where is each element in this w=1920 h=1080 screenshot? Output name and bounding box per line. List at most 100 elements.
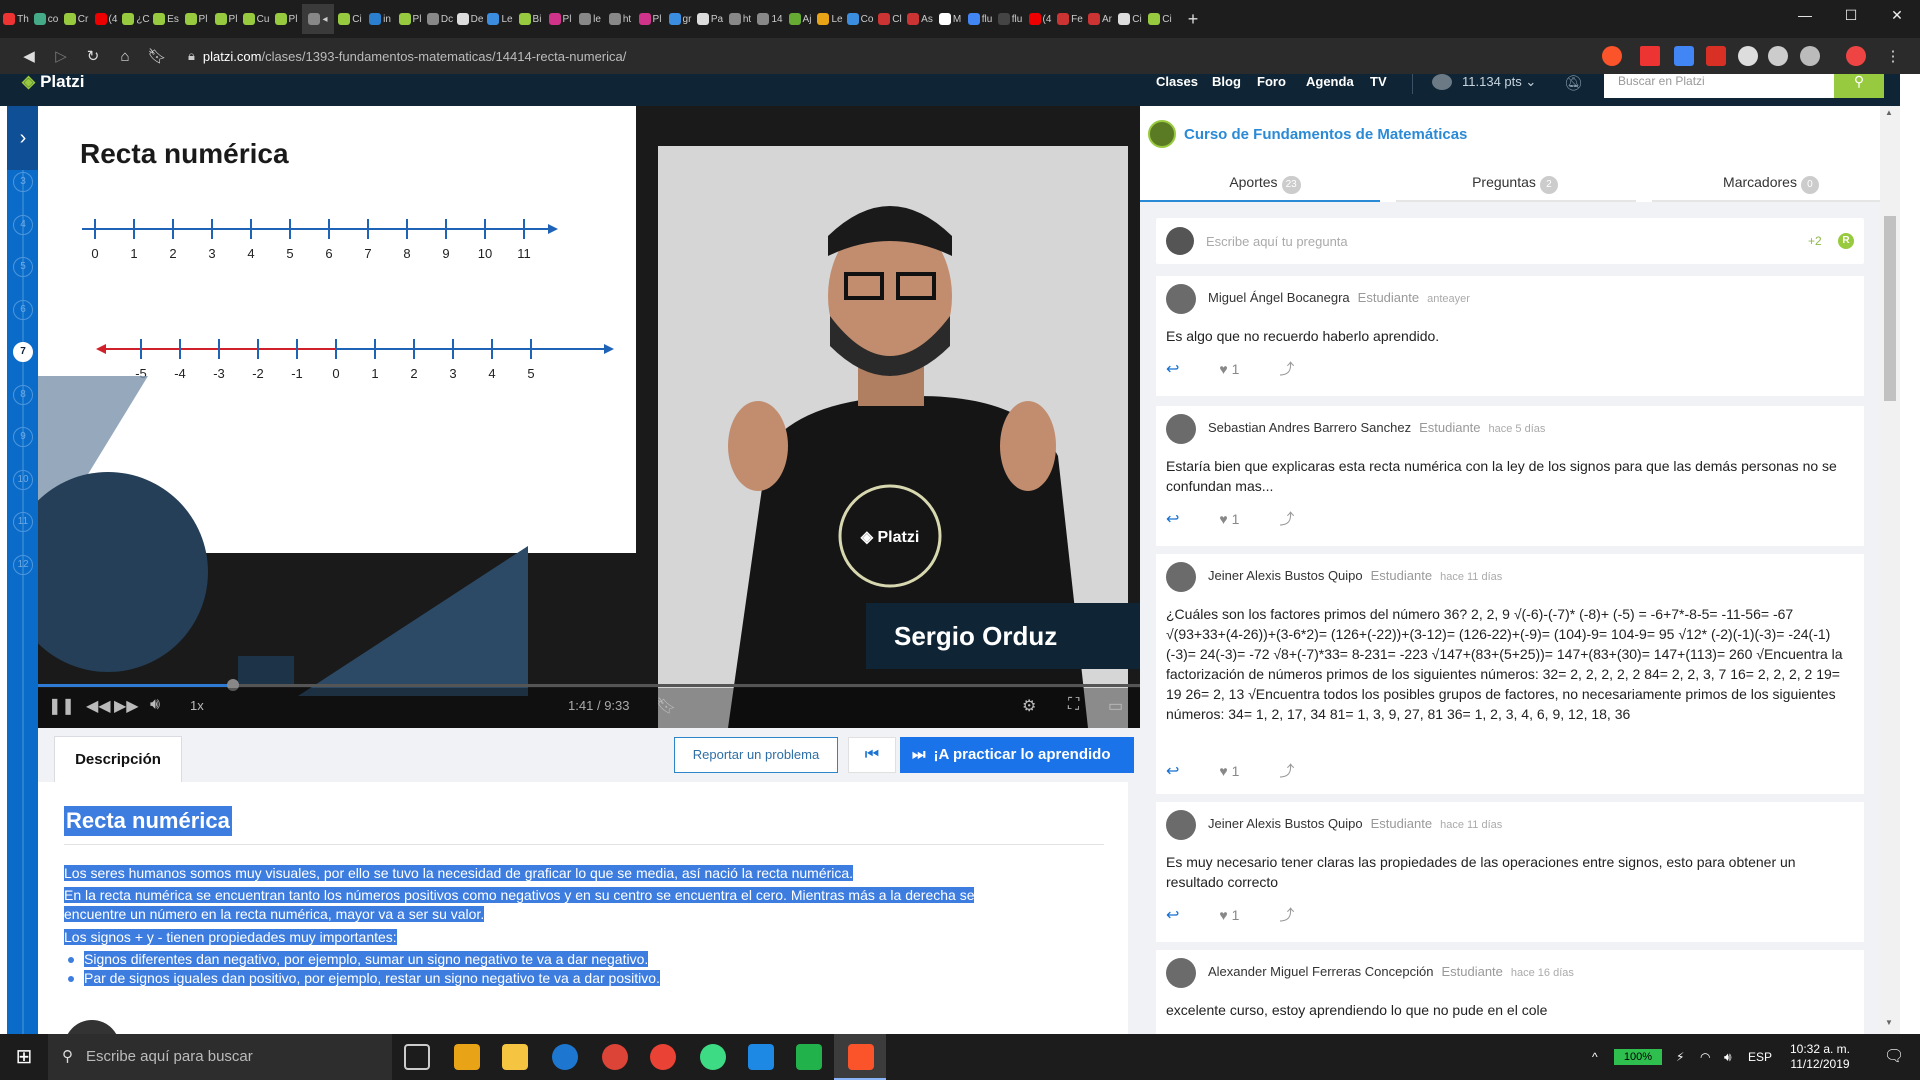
translate-icon[interactable]: [1674, 46, 1694, 66]
rewind-icon[interactable]: ◀◀: [86, 696, 111, 716]
tab-marcadores[interactable]: Marcadores 0: [1676, 174, 1866, 194]
practice-button[interactable]: ⏭ ¡A practicar lo aprendido: [900, 737, 1134, 773]
browser-tab[interactable]: Bi: [516, 4, 544, 34]
scrollbar[interactable]: ▲ ▼: [1880, 106, 1900, 1034]
browser-tab[interactable]: gr: [666, 4, 694, 34]
chrome-canary-icon[interactable]: [650, 1044, 676, 1070]
network-icon[interactable]: ◠: [1700, 1034, 1710, 1080]
rail-class-4[interactable]: 4: [13, 214, 33, 235]
commenter-name[interactable]: Miguel Ángel Bocanegra: [1208, 290, 1350, 305]
previous-class-button[interactable]: ⏮: [848, 737, 896, 773]
browser-tab[interactable]: Ci: [1116, 4, 1144, 34]
forward-icon[interactable]: ▷: [46, 41, 76, 71]
nav-clases[interactable]: Clases: [1156, 74, 1198, 90]
share-icon[interactable]: ⤴: [1279, 904, 1294, 925]
browser-tab[interactable]: ht: [606, 4, 634, 34]
browser-tab[interactable]: le: [576, 4, 604, 34]
android-studio-icon[interactable]: [700, 1044, 726, 1070]
browser-tab[interactable]: Ci: [1146, 4, 1174, 34]
commenter-name[interactable]: Jeiner Alexis Bustos Quipo: [1208, 568, 1363, 583]
url-field[interactable]: 🔒︎ platzi.com/clases/1393-fundamentos-ma…: [188, 42, 1598, 70]
brave-shield-icon[interactable]: [1602, 46, 1622, 66]
commenter-avatar[interactable]: [1166, 810, 1196, 840]
speed-button[interactable]: 1x: [190, 698, 204, 713]
like-button[interactable]: ♥ 1: [1219, 763, 1239, 779]
reply-icon[interactable]: ↩: [1166, 905, 1179, 925]
new-tab-button[interactable]: +: [1182, 9, 1204, 30]
datagrip-icon[interactable]: [796, 1044, 822, 1070]
forward-icon[interactable]: ▶▶: [114, 696, 139, 716]
rail-class-6[interactable]: 6: [13, 299, 33, 320]
browser-tab[interactable]: (4: [92, 4, 120, 34]
rail-class-10[interactable]: 10: [13, 469, 33, 490]
user-points[interactable]: 11.134 pts ⌄: [1462, 74, 1536, 90]
browser-tab[interactable]: Pl: [396, 4, 424, 34]
reply-icon[interactable]: ↩: [1166, 761, 1179, 781]
search-icon[interactable]: ⚲: [1834, 74, 1884, 98]
like-button[interactable]: ♥ 1: [1219, 907, 1239, 923]
browser-tab[interactable]: Pa: [696, 4, 724, 34]
task-view-icon[interactable]: [404, 1044, 430, 1070]
scroll-down-icon[interactable]: ▼: [1885, 1018, 1893, 1027]
commenter-name[interactable]: Sebastian Andres Barrero Sanchez: [1208, 420, 1411, 435]
browser-tab[interactable]: Pl: [636, 4, 664, 34]
scroll-up-icon[interactable]: ▲: [1885, 108, 1893, 117]
browser-tab[interactable]: (4: [1026, 4, 1054, 34]
browser-tab[interactable]: Aj: [786, 4, 814, 34]
rail-class-12[interactable]: 12: [13, 554, 33, 575]
commenter-avatar[interactable]: [1166, 414, 1196, 444]
commenter-avatar[interactable]: [1166, 284, 1196, 314]
browser-tab[interactable]: Le: [486, 4, 514, 34]
store-icon[interactable]: [454, 1044, 480, 1070]
platzi-logo[interactable]: ◈ Platzi: [22, 74, 84, 90]
tab-preguntas[interactable]: Preguntas 2: [1420, 174, 1610, 194]
nav-foro[interactable]: Foro: [1257, 74, 1286, 90]
browser-tab[interactable]: Fe: [1056, 4, 1084, 34]
question-input[interactable]: Escribe aquí tu pregunta +2 R: [1156, 218, 1864, 264]
share-icon[interactable]: ⤴: [1279, 358, 1294, 379]
browser-tab[interactable]: M: [936, 4, 964, 34]
bookmark-icon[interactable]: 🔖︎: [142, 41, 172, 71]
share-icon[interactable]: ⤴: [1279, 760, 1294, 781]
rail-class-3[interactable]: 3: [13, 172, 33, 192]
like-button[interactable]: ♥ 1: [1219, 511, 1239, 527]
browser-tab[interactable]: De: [456, 4, 484, 34]
course-badge-icon[interactable]: [1148, 120, 1176, 148]
taskbar-search[interactable]: ⚲ Escribe aquí para buscar: [48, 1034, 392, 1080]
profile-avatar[interactable]: [1846, 46, 1866, 66]
nav-agenda[interactable]: Agenda: [1306, 74, 1354, 90]
commenter-name[interactable]: Jeiner Alexis Bustos Quipo: [1208, 816, 1363, 831]
nav-blog[interactable]: Blog: [1212, 74, 1241, 90]
home-icon[interactable]: ⌂: [110, 41, 140, 71]
taskbar-clock[interactable]: 10:32 a. m. 11/12/2019: [1780, 1042, 1860, 1072]
platzi-search-input[interactable]: Buscar en Platzi: [1604, 74, 1834, 98]
windows-start-icon[interactable]: ⊞: [0, 1034, 48, 1080]
rail-class-8[interactable]: 8: [13, 384, 33, 405]
share-icon[interactable]: ⤴: [1279, 508, 1294, 529]
tab-aportes[interactable]: Aportes 23: [1170, 174, 1360, 194]
browser-tab[interactable]: Pl: [212, 4, 240, 34]
pause-icon[interactable]: ❚❚: [48, 696, 75, 716]
reply-icon[interactable]: ↩: [1166, 509, 1179, 529]
browser-tab[interactable]: Cl: [876, 4, 904, 34]
brave-taskbar-item[interactable]: [834, 1034, 886, 1080]
volume-icon[interactable]: 🔊︎: [150, 696, 160, 714]
report-problem-button[interactable]: Reportar un problema: [674, 737, 838, 773]
fullscreen-icon[interactable]: ⛶: [1068, 696, 1079, 714]
reload-icon[interactable]: ↻: [78, 41, 108, 71]
vscode-icon[interactable]: [748, 1044, 774, 1070]
like-button[interactable]: ♥ 1: [1219, 361, 1239, 377]
browser-tab[interactable]: ht: [726, 4, 754, 34]
browser-tab[interactable]: Ar: [1086, 4, 1114, 34]
rail-expand-button[interactable]: ›: [7, 106, 39, 170]
browser-tab[interactable]: Pl: [546, 4, 574, 34]
commenter-avatar[interactable]: [1166, 958, 1196, 988]
rail-class-11[interactable]: 11: [13, 512, 33, 532]
minimize-button[interactable]: —: [1782, 0, 1828, 30]
user-avatar[interactable]: [1432, 74, 1452, 90]
file-explorer-icon[interactable]: [502, 1044, 528, 1070]
extension-icon-2[interactable]: [1738, 46, 1758, 66]
rail-class-5[interactable]: 5: [13, 257, 33, 277]
maximize-button[interactable]: ☐: [1828, 0, 1874, 30]
commenter-avatar[interactable]: [1166, 562, 1196, 592]
